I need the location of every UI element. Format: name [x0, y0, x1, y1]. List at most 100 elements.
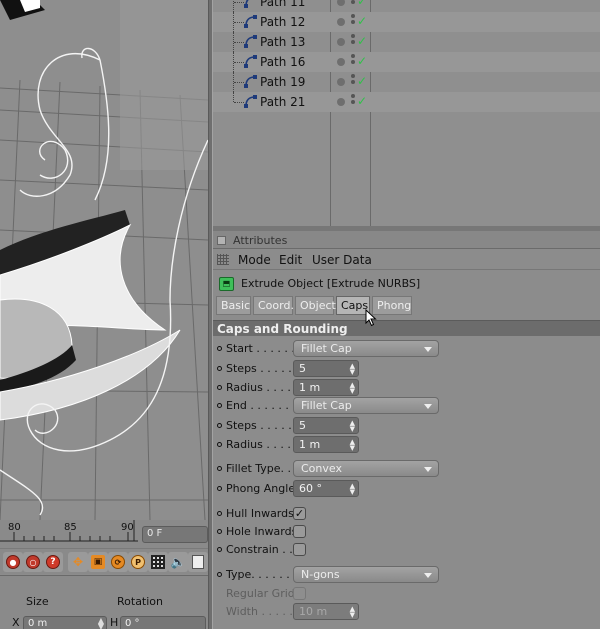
spinner-icon[interactable]: ▲ ▼ — [350, 382, 355, 395]
hole-inwards-checkbox[interactable] — [293, 525, 306, 538]
object-name: Path 11 — [260, 0, 306, 9]
animate-dot-icon[interactable] — [217, 466, 222, 471]
spinner-icon[interactable]: ▲ ▼ — [98, 617, 104, 629]
spline-path-icon — [244, 0, 249, 8]
keyframe-help-button[interactable]: ? — [43, 552, 63, 572]
end-cap-dropdown[interactable]: Fillet Cap — [293, 397, 439, 414]
animate-dot-icon[interactable] — [217, 442, 222, 447]
3d-viewport[interactable] — [0, 0, 208, 520]
tab-object[interactable]: Object — [295, 296, 336, 315]
spinner-icon[interactable]: ▲ ▼ — [350, 420, 355, 433]
menu-mode[interactable]: Mode — [238, 253, 271, 267]
section-header[interactable]: Caps and Rounding — [213, 320, 600, 336]
start-cap-dropdown[interactable]: Fillet Cap — [293, 340, 439, 357]
timeline-tick-label: 85 — [64, 522, 77, 533]
param-label: Start . . . . . . . — [226, 342, 302, 355]
animate-dot-icon[interactable] — [217, 572, 222, 577]
layer-dot-icon[interactable] — [337, 18, 345, 26]
record-button[interactable]: ● — [3, 552, 23, 572]
phong-angle-input[interactable]: 60 ° ▲ ▼ — [293, 480, 359, 497]
field-value: 60 ° — [299, 482, 322, 495]
autokey-button[interactable]: ○ — [23, 552, 43, 572]
start-radius-input[interactable]: 1 m ▲ ▼ — [293, 379, 359, 396]
animate-dot-icon[interactable] — [217, 385, 222, 390]
visibility-dots-icon[interactable] — [351, 94, 356, 110]
enabled-check-icon[interactable]: ✓ — [357, 0, 367, 8]
autokey-icon: ○ — [26, 555, 40, 569]
animate-dot-icon[interactable] — [217, 529, 222, 534]
tab-basic[interactable]: Basic — [216, 296, 251, 315]
layer-dot-icon[interactable] — [337, 38, 345, 46]
h-axis-label: H — [110, 616, 119, 629]
param-hole-inwards: Hole Inwards — [217, 523, 597, 541]
param-phong-angle: Phong Angle 60 ° ▲ ▼ — [217, 480, 597, 498]
fillet-type-dropdown[interactable]: Convex — [293, 460, 439, 477]
hull-inwards-checkbox[interactable]: ✓ — [293, 507, 306, 520]
size-x-field[interactable]: 0 m ▲ ▼ — [23, 616, 107, 629]
scale-key-button[interactable]: ▣ — [88, 552, 108, 572]
point-level-button[interactable] — [148, 552, 168, 572]
layer-dot-icon[interactable] — [337, 58, 345, 66]
sound-button[interactable]: 🔈 — [168, 552, 188, 572]
current-frame-field[interactable]: 0 F — [142, 526, 208, 543]
panel-menu-icon[interactable] — [217, 236, 226, 245]
move-key-button[interactable]: ✥ — [68, 552, 88, 572]
animate-dot-icon[interactable] — [217, 511, 222, 516]
enabled-check-icon[interactable]: ✓ — [357, 34, 367, 48]
rotation-h-field[interactable]: 0 ° — [120, 616, 206, 629]
enabled-check-icon[interactable]: ✓ — [357, 14, 367, 28]
spline-path-icon — [244, 75, 257, 88]
size-column-header: Size — [26, 595, 49, 608]
spinner-icon[interactable]: ▲ ▼ — [350, 363, 355, 376]
visibility-dots-icon[interactable] — [351, 74, 356, 90]
menu-user-data[interactable]: User Data — [312, 253, 372, 267]
grip-icon[interactable] — [217, 254, 229, 265]
rotate-key-button[interactable]: ⟳ — [108, 552, 128, 572]
start-steps-input[interactable]: 5 ▲ ▼ — [293, 360, 359, 377]
end-steps-input[interactable]: 5 ▲ ▼ — [293, 417, 359, 434]
animate-dot-icon[interactable] — [217, 423, 222, 428]
enabled-check-icon[interactable]: ✓ — [357, 94, 367, 108]
tab-phong[interactable]: Phong — [372, 296, 412, 315]
layer-dot-icon[interactable] — [337, 98, 345, 106]
page-button[interactable] — [188, 552, 208, 572]
attributes-panel-tab[interactable]: Attributes — [213, 231, 600, 249]
spline-path-icon — [244, 15, 257, 28]
end-radius-input[interactable]: 1 m ▲ ▼ — [293, 436, 359, 453]
enabled-check-icon[interactable]: ✓ — [357, 54, 367, 68]
object-row[interactable]: Path 11 ✓ — [213, 0, 600, 12]
param-label: Width . . . . . — [226, 605, 293, 618]
spinner-icon[interactable]: ▲ ▼ — [350, 483, 355, 496]
visibility-dots-icon[interactable] — [351, 34, 356, 50]
visibility-dots-icon[interactable] — [351, 0, 356, 10]
menu-edit[interactable]: Edit — [279, 253, 302, 267]
param-label: Radius . . . . . — [226, 438, 298, 451]
param-label: Hole Inwards — [226, 525, 298, 538]
object-row[interactable]: Path 12 ✓ — [213, 12, 600, 32]
param-hull-inwards: Hull Inwards ✓ — [217, 505, 597, 523]
enabled-check-icon[interactable]: ✓ — [357, 74, 367, 88]
timeline[interactable]: 80 85 90 0 F — [0, 520, 208, 548]
animate-dot-icon[interactable] — [217, 346, 222, 351]
animate-dot-icon[interactable] — [217, 366, 222, 371]
type-dropdown[interactable]: N-gons — [293, 566, 439, 583]
animate-dot-icon[interactable] — [217, 403, 222, 408]
animate-dot-icon[interactable] — [217, 547, 222, 552]
animate-dot-icon[interactable] — [217, 486, 222, 491]
field-value: 10 m — [299, 605, 328, 618]
param-key-button[interactable]: P — [128, 552, 148, 572]
constrain-checkbox[interactable] — [293, 543, 306, 556]
object-row[interactable]: Path 16 ✓ — [213, 52, 600, 72]
object-row[interactable]: Path 19 ✓ — [213, 72, 600, 92]
field-value: 5 — [299, 419, 306, 432]
layer-dot-icon[interactable] — [337, 78, 345, 86]
object-row[interactable]: Path 13 ✓ — [213, 32, 600, 52]
layer-dot-icon[interactable] — [337, 0, 345, 6]
visibility-dots-icon[interactable] — [351, 14, 356, 30]
spinner-icon[interactable]: ▲ ▼ — [350, 439, 355, 452]
attributes-menubar: Mode Edit User Data — [213, 250, 600, 270]
current-frame-value: 0 F — [147, 528, 163, 539]
object-row[interactable]: Path 21 ✓ — [213, 92, 600, 112]
tab-coord[interactable]: Coord. — [253, 296, 294, 315]
visibility-dots-icon[interactable] — [351, 54, 356, 70]
